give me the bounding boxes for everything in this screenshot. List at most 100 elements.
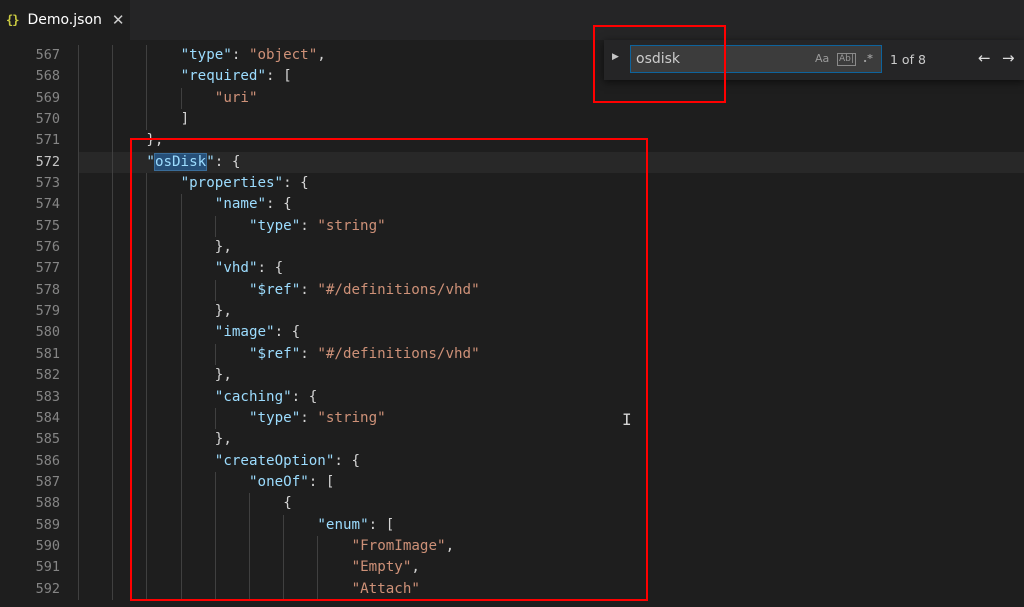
close-icon[interactable]: ✕ — [112, 11, 125, 29]
match-count: 1 of 8 — [890, 52, 926, 67]
indent-guide — [112, 194, 114, 216]
indent-guide — [78, 450, 79, 472]
code-line[interactable]: "uri" — [78, 87, 1024, 110]
line-number: 582 — [35, 367, 60, 384]
indent-guide — [146, 45, 148, 67]
key-token: "type" — [180, 47, 232, 63]
indent-guide — [78, 578, 79, 600]
indent-guide — [112, 493, 114, 515]
string-token: "object" — [248, 47, 318, 63]
indent-guide — [180, 87, 182, 110]
line-number: 575 — [35, 217, 60, 234]
indent-guide — [78, 130, 79, 152]
indent-guide — [78, 493, 79, 515]
line-number: 588 — [35, 495, 60, 512]
indent-guide — [78, 194, 79, 216]
json-file-icon: {} — [6, 13, 19, 27]
annotation-box-osdisk — [130, 138, 648, 601]
string-token: "uri" — [214, 89, 258, 106]
punctuation-token: , — [317, 47, 326, 63]
indent-guide — [112, 514, 114, 536]
punctuation-token: : — [231, 47, 249, 63]
punctuation-token: : [ — [266, 68, 292, 85]
indent-guide — [78, 429, 79, 451]
line-number: 590 — [35, 537, 60, 554]
indent-guide — [112, 343, 114, 366]
line-number: 569 — [35, 89, 60, 106]
indent-guide — [78, 471, 79, 494]
indent-guide — [78, 407, 79, 430]
indent-guide — [78, 45, 79, 67]
indent-guide — [112, 386, 114, 408]
key-token: "required" — [180, 68, 267, 85]
indent-guide — [78, 215, 79, 238]
indent-guide — [78, 365, 79, 387]
punctuation-token: ] — [180, 111, 190, 128]
indent-guide — [112, 450, 114, 472]
line-number: 573 — [35, 175, 60, 192]
line-number-gutter: 567 568 569 570 571 572 573 574 575 576 577 578 579 5… — [0, 45, 60, 600]
indent-guide — [112, 322, 114, 344]
indent-guide — [78, 258, 79, 280]
indent-guide — [112, 258, 114, 280]
line-number: 585 — [35, 431, 60, 448]
line-number: 568 — [35, 68, 60, 85]
line-number: 571 — [35, 132, 60, 149]
line-number: 592 — [35, 580, 60, 597]
line-number: 586 — [35, 452, 60, 469]
indent-guide — [78, 386, 79, 408]
indent-guide — [112, 109, 114, 131]
indent-guide — [78, 535, 79, 558]
line-number: 570 — [35, 111, 60, 128]
indent-guide — [146, 109, 148, 131]
line-number: 574 — [35, 196, 60, 213]
indent-guide — [112, 301, 114, 323]
tab-demo-json[interactable]: {} Demo.json ✕ — [0, 0, 130, 40]
indent-guide — [78, 151, 79, 174]
indent-guide — [146, 87, 148, 110]
line-number: 567 — [35, 47, 60, 63]
line-number: 583 — [35, 388, 60, 405]
indent-guide — [112, 130, 114, 152]
line-number: 584 — [35, 409, 60, 426]
line-number: 577 — [35, 260, 60, 277]
match-case-icon[interactable]: Aa — [815, 52, 829, 65]
indent-guide — [78, 514, 79, 536]
indent-guide — [78, 109, 79, 131]
indent-guide — [78, 322, 79, 344]
line-number: 580 — [35, 324, 60, 341]
line-number: 572 — [35, 153, 60, 170]
indent-guide — [112, 173, 114, 195]
indent-guide — [112, 578, 114, 600]
whole-word-icon[interactable]: Ab| — [837, 53, 856, 66]
line-number: 578 — [35, 281, 60, 298]
tab-label: Demo.json — [27, 12, 102, 28]
indent-guide — [78, 279, 79, 302]
line-number: 591 — [35, 559, 60, 576]
indent-guide — [112, 215, 114, 238]
line-number: 587 — [35, 473, 60, 490]
indent-guide — [112, 365, 114, 387]
indent-guide — [112, 557, 114, 579]
indent-guide — [78, 557, 79, 579]
line-number: 576 — [35, 239, 60, 256]
line-number: 579 — [35, 303, 60, 320]
indent-guide — [112, 535, 114, 558]
indent-guide — [112, 237, 114, 259]
code-line[interactable]: ] — [78, 109, 1024, 131]
indent-guide — [78, 87, 79, 110]
indent-guide — [112, 429, 114, 451]
indent-guide — [112, 279, 114, 302]
indent-guide — [112, 407, 114, 430]
previous-match-arrow-icon[interactable]: ← — [978, 49, 991, 67]
next-match-arrow-icon[interactable]: → — [1002, 49, 1015, 67]
indent-guide — [78, 343, 79, 366]
regex-icon[interactable]: .* — [863, 52, 873, 65]
indent-guide — [112, 45, 114, 67]
indent-guide — [112, 471, 114, 494]
indent-guide — [78, 237, 79, 259]
indent-guide — [78, 173, 79, 195]
indent-guide — [146, 66, 148, 88]
indent-guide — [112, 87, 114, 110]
line-number: 589 — [35, 516, 60, 533]
